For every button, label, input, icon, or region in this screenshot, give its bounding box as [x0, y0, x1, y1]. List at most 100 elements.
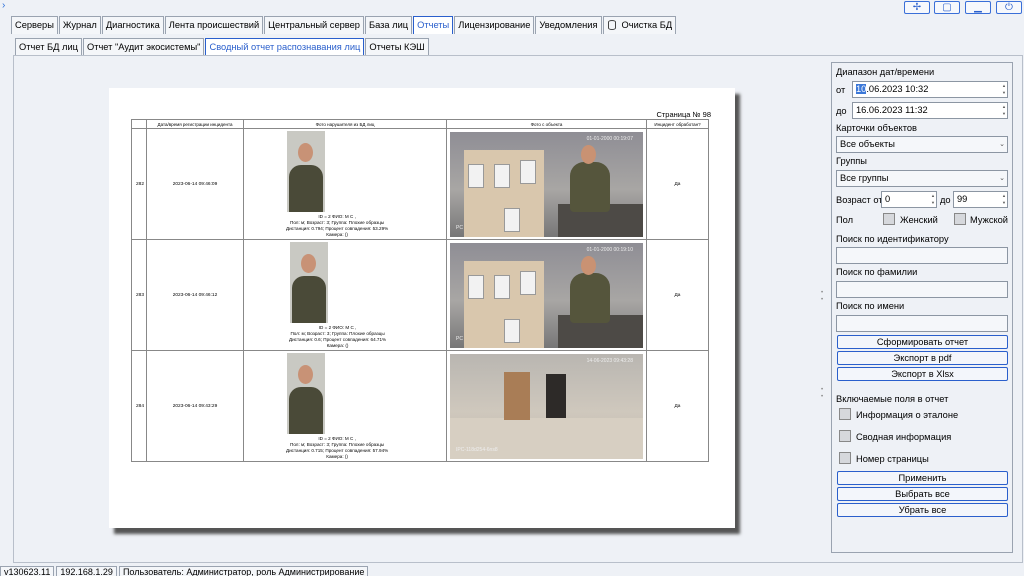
incident-datetime: 2023-06-14 09:43:29 — [146, 350, 244, 462]
tab-servers[interactable]: Серверы — [11, 16, 58, 34]
tab-incident-feed[interactable]: Лента происшествий — [164, 16, 264, 34]
apply-button[interactable]: Применить — [837, 471, 1008, 485]
groups-label: Группы — [836, 156, 867, 166]
col-db-photo: Фото нарушителя из БД лиц — [243, 119, 447, 129]
page-number-checkbox[interactable] — [839, 452, 851, 464]
site-photo-cell: 01-01-2000 00:19:10 PC — [446, 239, 647, 351]
page-number: Страница № 98 — [656, 110, 711, 119]
clear-all-button[interactable]: Убрать все — [837, 503, 1008, 517]
male-label: Мужской — [970, 215, 1009, 225]
tab-db-cleanup-label: Очистка БД — [621, 20, 673, 30]
age-to-label: до — [940, 195, 951, 205]
splitter-handle[interactable]: • • — [821, 290, 823, 304]
tab-central-server[interactable]: Центральный сервер — [264, 16, 364, 34]
female-checkbox[interactable] — [883, 213, 895, 225]
splitter-handle[interactable]: • • — [821, 387, 823, 401]
cards-select[interactable]: Все объекты ⌄ — [836, 136, 1008, 153]
search-name-label: Поиск по имени — [836, 301, 905, 311]
col-site-photo: Фото с объекта — [446, 119, 647, 129]
camera-label: PC — [456, 335, 463, 342]
report-table: Дата/время регистрации инцидента Фото на… — [131, 119, 709, 462]
incident-datetime: 2023-06-14 09:46:09 — [146, 128, 244, 240]
search-id-input[interactable] — [836, 247, 1008, 264]
spinner-icon[interactable]: ▲ ▼ — [931, 192, 935, 206]
site-photo: 01-01-2000 00:19:10 PC — [450, 242, 643, 348]
face-photo — [287, 131, 325, 212]
site-photo-cell: 01-01-2000 00:19:07 PC — [446, 128, 647, 240]
title-bar: › ✢ ▢ ▁ ⏻ — [0, 0, 1024, 16]
db-photo-cell: ID = 2 ФИО: М С , Пол: м; Возраст: 3; Гр… — [243, 239, 447, 351]
date-to-field[interactable]: 16.06.2023 11:32 ▲ ▼ — [852, 102, 1008, 119]
tab-face-recognition-summary[interactable]: Сводный отчет распознавания лиц — [205, 38, 365, 55]
processed-value: Да — [646, 350, 709, 462]
tab-db-cleanup[interactable]: Очистка БД — [602, 16, 677, 34]
col-processed: Инцидент обработан? — [646, 119, 709, 129]
table-row: 283 2023-06-14 09:46:12 ID = 2 ФИО: М С … — [131, 239, 709, 351]
report-fields-label: Включаемые поля в отчет — [836, 394, 949, 404]
tab-reports[interactable]: Отчеты — [413, 16, 454, 34]
tab-journal[interactable]: Журнал — [58, 16, 101, 34]
reference-info-checkbox[interactable] — [839, 408, 851, 420]
spinner-icon[interactable]: ▲ ▼ — [1002, 192, 1006, 206]
camera-label: PC — [456, 224, 463, 231]
user-label: Пользователь: Администратор, роль Админи… — [118, 566, 369, 576]
main-tabs: Серверы Журнал Диагностика Лента происше… — [11, 16, 677, 34]
chevron-down-icon: ⌄ — [999, 175, 1005, 182]
tab-licensing[interactable]: Лицензирование — [454, 16, 535, 34]
date-range-label: Диапазон дат/времени — [836, 67, 935, 77]
restore-icon[interactable]: ▢ — [934, 1, 960, 14]
server-ip-label: 192.168.1.29 — [56, 566, 117, 576]
minimize-icon[interactable]: ▁ — [965, 1, 991, 14]
export-xlsx-button[interactable]: Экспорт в Xlsx — [837, 367, 1008, 381]
power-icon[interactable]: ⏻ — [996, 1, 1022, 14]
sex-label: Пол — [836, 215, 854, 225]
age-to-field[interactable]: 99 ▲ ▼ — [953, 191, 1008, 208]
tab-notifications[interactable]: Уведомления — [535, 16, 602, 34]
summary-info-checkbox[interactable] — [839, 430, 851, 442]
database-icon — [607, 20, 616, 30]
groups-select[interactable]: Все группы ⌄ — [836, 170, 1008, 187]
generate-report-button[interactable]: Сформировать отчет — [837, 335, 1008, 349]
match-info: ID = 2 ФИО: М С , Пол: м; Возраст: 3; Гр… — [286, 214, 389, 237]
export-pdf-button[interactable]: Экспорт в pdf — [837, 351, 1008, 365]
processed-value: Да — [646, 128, 709, 240]
face-photo — [287, 353, 325, 434]
version-label: v130623.11 — [0, 566, 55, 576]
to-label: до — [836, 106, 847, 116]
select-all-button[interactable]: Выбрать все — [837, 487, 1008, 501]
female-label: Женский — [900, 215, 938, 225]
report-page[interactable]: Страница № 98 Дата/время регистрации инц… — [109, 88, 735, 528]
chevron-right-icon[interactable]: › — [2, 0, 5, 11]
status-bar: v130623.11 192.168.1.29 Пользователь: Ад… — [0, 566, 370, 576]
processed-value: Да — [646, 239, 709, 351]
move-icon[interactable]: ✢ — [904, 1, 930, 14]
spinner-icon[interactable]: ▲ ▼ — [1002, 103, 1006, 117]
search-name-input[interactable] — [836, 315, 1008, 332]
tab-diagnostics[interactable]: Диагностика — [101, 16, 164, 34]
male-checkbox[interactable] — [954, 213, 966, 225]
incident-id: 284 — [131, 350, 147, 462]
incident-id: 282 — [131, 128, 147, 240]
col-id — [131, 119, 147, 129]
age-from-field[interactable]: 0 ▲ ▼ — [881, 191, 937, 208]
search-surname-input[interactable] — [836, 281, 1008, 298]
site-photo: 01-01-2000 00:19:07 PC — [450, 131, 643, 237]
summary-info-label: Сводная информация — [856, 432, 952, 442]
report-tabs: Отчет БД лиц Отчет "Аудит экосистемы" Св… — [15, 38, 430, 55]
tab-cache-reports[interactable]: Отчеты КЭШ — [365, 38, 429, 55]
site-photo-cell: 14-06-2023 09:43:28 IPC-118d254-6ns8 — [446, 350, 647, 462]
page-number-label: Номер страницы — [856, 454, 929, 464]
tab-ecosystem-audit[interactable]: Отчет "Аудит экосистемы" — [82, 38, 205, 55]
spinner-icon[interactable]: ▲ ▼ — [1002, 82, 1006, 96]
table-row: 284 2023-06-14 09:43:29 ID = 2 ФИО: М С … — [131, 350, 709, 462]
table-row: 282 2023-06-14 09:46:09 ID = 2 ФИО: М С … — [131, 128, 709, 240]
tab-face-db-report[interactable]: Отчет БД лиц — [15, 38, 82, 55]
date-from-field[interactable]: 10.06.2023 10:32 ▲ ▼ — [852, 81, 1008, 98]
frame-timestamp: 14-06-2023 09:43:28 — [586, 357, 633, 364]
incident-datetime: 2023-06-14 09:46:12 — [146, 239, 244, 351]
cards-label: Карточки объектов — [836, 123, 917, 133]
tab-face-db[interactable]: База лиц — [364, 16, 413, 34]
db-photo-cell: ID = 2 ФИО: М С , Пол: м; Возраст: 3; Гр… — [243, 128, 447, 240]
db-photo-cell: ID = 2 ФИО: М С , Пол: м; Возраст: 3; Гр… — [243, 350, 447, 462]
age-from-label: Возраст от — [836, 195, 883, 205]
